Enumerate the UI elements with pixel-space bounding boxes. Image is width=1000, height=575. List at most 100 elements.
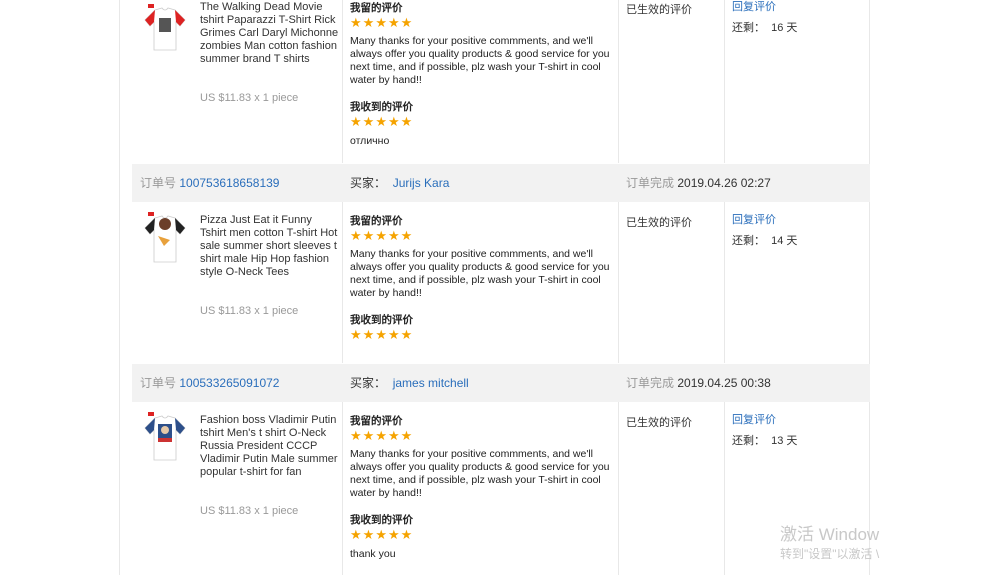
product-thumbnail[interactable] (140, 412, 190, 466)
order-number-link[interactable]: 100533265091072 (179, 376, 279, 390)
order-number: 订单号 100753618658139 (140, 164, 279, 202)
star-icon: ★ (350, 527, 362, 542)
column-divider (618, 202, 619, 363)
remaining-time: 还剩： 14 天 (732, 234, 797, 248)
tshirt-print-band (158, 438, 172, 442)
star-icon: ★ (375, 114, 387, 129)
feedback-status: 已生效的评价 (626, 417, 692, 429)
watermark-title: 激活 Window (780, 525, 880, 544)
star-icon: ★ (387, 527, 400, 542)
star-icon: ★ (400, 527, 413, 542)
received-feedback-text: thank you (350, 548, 396, 560)
star-icon: ★ (350, 228, 362, 243)
star-icon: ★ (362, 327, 375, 342)
reply-feedback-link[interactable]: 回复评价 (732, 213, 797, 227)
order-row: The Walking Dead Movie tshirt Paparazzi … (132, 0, 870, 163)
tshirt-print (159, 18, 171, 32)
order-number: 订单号 100533265091072 (140, 364, 279, 402)
product-thumbnail[interactable] (140, 212, 190, 266)
column-divider (724, 402, 725, 575)
my-feedback-stars: ★ ★ ★ ★ ★ (350, 229, 612, 245)
star-icon: ★ (362, 15, 375, 30)
completed-label: 订单完成 (626, 176, 675, 190)
remaining-label: 还剩： (732, 435, 765, 447)
my-feedback-stars: ★ ★ ★ ★ ★ (350, 429, 612, 445)
product-thumbnail[interactable] (140, 4, 190, 58)
feedback-block: 我留的评价 ★ ★ ★ ★ ★ Many thanks for your positiv… (350, 0, 612, 148)
column-divider (342, 402, 343, 575)
star-icon: ★ (387, 428, 400, 443)
received-feedback-label: 我收到的评价 (350, 514, 413, 526)
star-icon: ★ (350, 15, 362, 30)
product-title[interactable]: Fashion boss Vladimir Putin tshirt Men's… (200, 414, 340, 479)
action-column: 回复评价 还剩： 13 天 (732, 413, 797, 448)
feedback-block: 我留的评价 ★ ★ ★ ★ ★ Many thanks for your positiv… (350, 413, 612, 561)
star-icon: ★ (362, 428, 375, 443)
received-feedback-label: 我收到的评价 (350, 314, 413, 326)
product-title[interactable]: Pizza Just Eat it Funny Tshirt men cotto… (200, 214, 340, 279)
my-feedback-text: Many thanks for your positive commments,… (350, 248, 610, 299)
star-icon: ★ (400, 15, 413, 30)
frame-left-border (119, 0, 120, 575)
remaining-time: 还剩： 13 天 (732, 434, 797, 448)
column-divider (618, 402, 619, 575)
product-price: US $11.83 x 1 piece (200, 505, 299, 517)
star-icon: ★ (362, 527, 375, 542)
star-icon: ★ (400, 114, 413, 129)
star-icon: ★ (387, 228, 400, 243)
product-price: US $11.83 x 1 piece (200, 305, 299, 317)
buyer-name-link[interactable]: Jurijs Kara (393, 176, 450, 190)
order-header: 订单号 100533265091072 买家： james mitchell 订… (132, 364, 870, 402)
remaining-time: 还剩： 16 天 (732, 21, 797, 35)
buyer-name-link[interactable]: james mitchell (393, 376, 469, 390)
star-icon: ★ (387, 114, 400, 129)
action-column: 回复评价 还剩： 16 天 (732, 0, 797, 35)
star-icon: ★ (387, 327, 400, 342)
my-feedback-label: 我留的评价 (350, 415, 403, 427)
completed-label: 订单完成 (626, 376, 675, 390)
order-completed: 订单完成 2019.04.26 02:27 (626, 164, 771, 202)
order-number-label: 订单号 (140, 376, 177, 390)
order-row: Fashion boss Vladimir Putin tshirt Men's… (132, 402, 870, 575)
my-feedback-text: Many thanks for your positive commments,… (350, 448, 610, 499)
my-feedback-label: 我留的评价 (350, 2, 403, 14)
star-icon: ★ (387, 15, 400, 30)
product-title[interactable]: The Walking Dead Movie tshirt Paparazzi … (200, 1, 340, 66)
column-divider (618, 0, 619, 163)
received-feedback-stars: ★ ★ ★ ★ ★ (350, 328, 612, 344)
product-brand-tag (148, 412, 154, 416)
order-completed: 订单完成 2019.04.25 00:38 (626, 364, 771, 402)
buyer-label: 买家： (350, 176, 387, 190)
reply-feedback-link[interactable]: 回复评价 (732, 0, 797, 14)
received-feedback-stars: ★ ★ ★ ★ ★ (350, 115, 612, 131)
received-feedback-text: отлично (350, 135, 390, 147)
star-icon: ★ (362, 228, 375, 243)
product-brand-tag (148, 4, 154, 8)
watermark-subtitle: 转到"设置"以激活 \ (780, 547, 880, 561)
column-divider (724, 0, 725, 163)
completed-time: 2019.04.26 02:27 (677, 176, 771, 190)
my-feedback-text: Many thanks for your positive commments,… (350, 35, 610, 86)
my-feedback-stars: ★ ★ ★ ★ ★ (350, 16, 612, 32)
remaining-label: 还剩： (732, 235, 765, 247)
column-divider (342, 202, 343, 363)
action-column: 回复评价 还剩： 14 天 (732, 213, 797, 248)
feedback-status: 已生效的评价 (626, 217, 692, 229)
star-icon: ★ (400, 327, 413, 342)
star-icon: ★ (375, 428, 387, 443)
windows-activation-watermark: 激活 Window 转到"设置"以激活 \ (780, 524, 880, 562)
star-icon: ★ (375, 327, 387, 342)
buyer-info: 买家： james mitchell (350, 364, 469, 402)
star-icon: ★ (400, 228, 413, 243)
remaining-days: 13 天 (771, 435, 798, 447)
my-feedback-label: 我留的评价 (350, 215, 403, 227)
order-header: 订单号 100753618658139 买家： Jurijs Kara 订单完成… (132, 164, 870, 202)
received-feedback-stars: ★ ★ ★ ★ ★ (350, 528, 612, 544)
star-icon: ★ (375, 228, 387, 243)
order-number-link[interactable]: 100753618658139 (179, 176, 279, 190)
column-divider (724, 202, 725, 363)
product-price: US $11.83 x 1 piece (200, 92, 299, 104)
star-icon: ★ (375, 15, 387, 30)
reply-feedback-link[interactable]: 回复评价 (732, 413, 797, 427)
feedback-block: 我留的评价 ★ ★ ★ ★ ★ Many thanks for your positiv… (350, 213, 612, 344)
